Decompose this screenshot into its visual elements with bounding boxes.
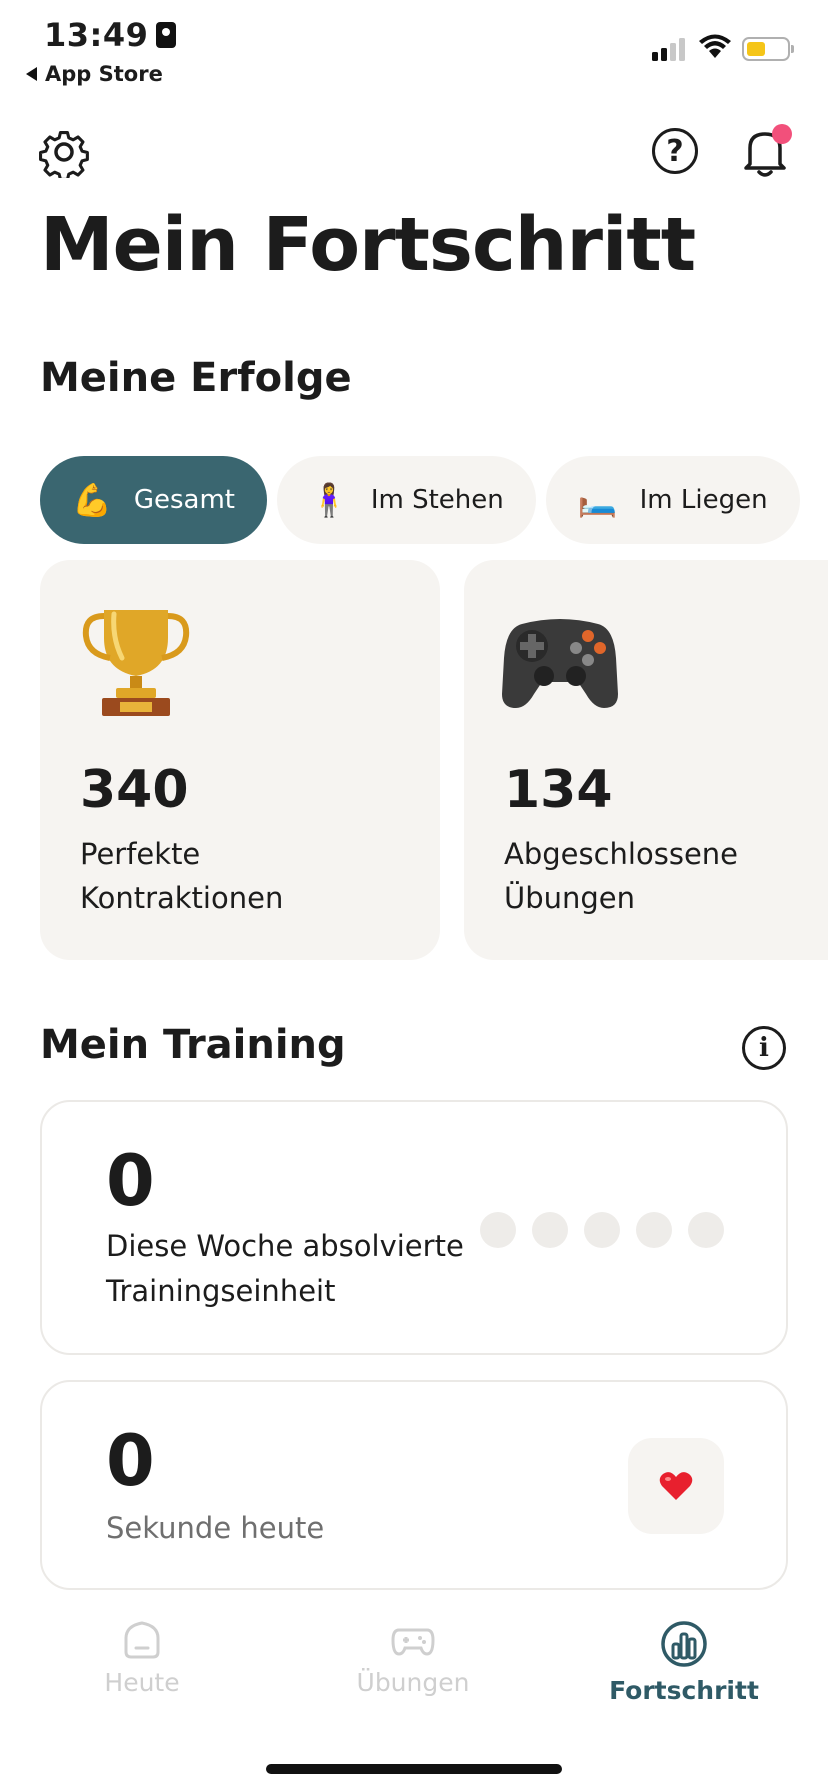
heart-badge: [628, 1438, 724, 1534]
seconds-today-value: 0: [106, 1420, 155, 1502]
help-icon[interactable]: ?: [652, 128, 698, 174]
achievement-label-line: Abgeschlossene: [504, 837, 739, 871]
trophy-icon: [82, 610, 190, 716]
achievement-card-exercises[interactable]: 134 Abgeschlossene Übungen: [464, 560, 828, 960]
weekly-sessions-value: 0: [106, 1140, 155, 1222]
back-to-app-store-link[interactable]: App Store: [26, 62, 163, 86]
tab-im-stehen[interactable]: 🧍‍♀️ Im Stehen: [277, 456, 536, 544]
tab-label: Gesamt: [133, 485, 235, 515]
notifications-button[interactable]: [740, 124, 792, 178]
battery-icon: [742, 37, 794, 61]
flexed-biceps-icon: 💪: [72, 481, 112, 519]
seconds-today-card[interactable]: 0 Sekunde heute: [40, 1380, 788, 1590]
standing-person-icon: 🧍‍♀️: [309, 481, 349, 519]
bed-icon: 🛏️: [577, 481, 618, 519]
weekly-sessions-label-line: Diese Woche absolvierte: [106, 1229, 464, 1263]
weekly-sessions-label-line: Trainingseinheit: [106, 1274, 336, 1308]
achievement-label: Perfekte Kontraktionen: [80, 832, 283, 920]
nav-label: Fortschritt: [609, 1676, 759, 1705]
back-app-label: App Store: [45, 62, 163, 86]
tab-label: Im Liegen: [639, 485, 768, 515]
nav-fortschritt[interactable]: Fortschritt: [584, 1620, 784, 1705]
nav-label: Heute: [104, 1668, 180, 1697]
bottom-navigation: Heute Übungen Fortschritt: [0, 1590, 828, 1792]
achievement-label-line: Perfekte: [80, 837, 201, 871]
cellular-signal-icon: [652, 38, 685, 61]
home-icon: [124, 1621, 160, 1659]
nav-label: Übungen: [356, 1668, 470, 1697]
progress-dot: [532, 1212, 568, 1248]
wifi-icon: [699, 34, 731, 58]
training-title: Mein Training: [40, 1022, 346, 1068]
status-time: 13:49: [44, 16, 177, 54]
achievement-card-contractions[interactable]: 340 Perfekte Kontraktionen: [40, 560, 440, 960]
tab-gesamt[interactable]: 💪 Gesamt: [40, 456, 267, 544]
achievement-label-line: Kontraktionen: [80, 881, 284, 915]
gamepad-icon: [502, 619, 618, 708]
achievement-value: 340: [80, 760, 189, 820]
weekly-sessions-label: Diese Woche absolvierte Trainingseinheit: [106, 1224, 464, 1314]
status-time-text: 13:49: [44, 16, 149, 54]
progress-dot: [688, 1212, 724, 1248]
back-arrow-icon: [26, 67, 37, 81]
nav-heute[interactable]: Heute: [42, 1620, 242, 1697]
heart-icon: [659, 1472, 693, 1500]
gamepad-icon: [391, 1628, 435, 1656]
home-indicator[interactable]: [266, 1764, 562, 1774]
achievements-title: Meine Erfolge: [40, 355, 352, 401]
info-icon[interactable]: i: [742, 1026, 786, 1070]
chart-icon: [661, 1621, 707, 1667]
tab-label: Im Stehen: [370, 485, 504, 515]
weekly-progress-dots: [480, 1212, 724, 1248]
notification-badge: [772, 124, 792, 144]
achievement-label: Abgeschlossene Übungen: [504, 832, 738, 920]
weekly-sessions-card[interactable]: 0 Diese Woche absolvierte Trainingseinhe…: [40, 1100, 788, 1355]
page-title: Mein Fortschritt: [40, 202, 696, 288]
progress-dot: [480, 1212, 516, 1248]
contact-card-icon: [156, 22, 177, 48]
achievement-label-line: Übungen: [504, 881, 636, 915]
seconds-today-label: Sekunde heute: [106, 1511, 325, 1545]
achievement-filter-tabs: 💪 Gesamt 🧍‍♀️ Im Stehen 🛏️ Im Liegen: [40, 456, 800, 544]
tab-im-liegen[interactable]: 🛏️ Im Liegen: [545, 456, 800, 544]
achievement-value: 134: [504, 760, 613, 820]
nav-uebungen[interactable]: Übungen: [313, 1620, 513, 1697]
status-bar: 13:49 App Store: [0, 0, 828, 90]
gear-icon[interactable]: [38, 126, 90, 178]
progress-dot: [636, 1212, 672, 1248]
progress-dot: [584, 1212, 620, 1248]
